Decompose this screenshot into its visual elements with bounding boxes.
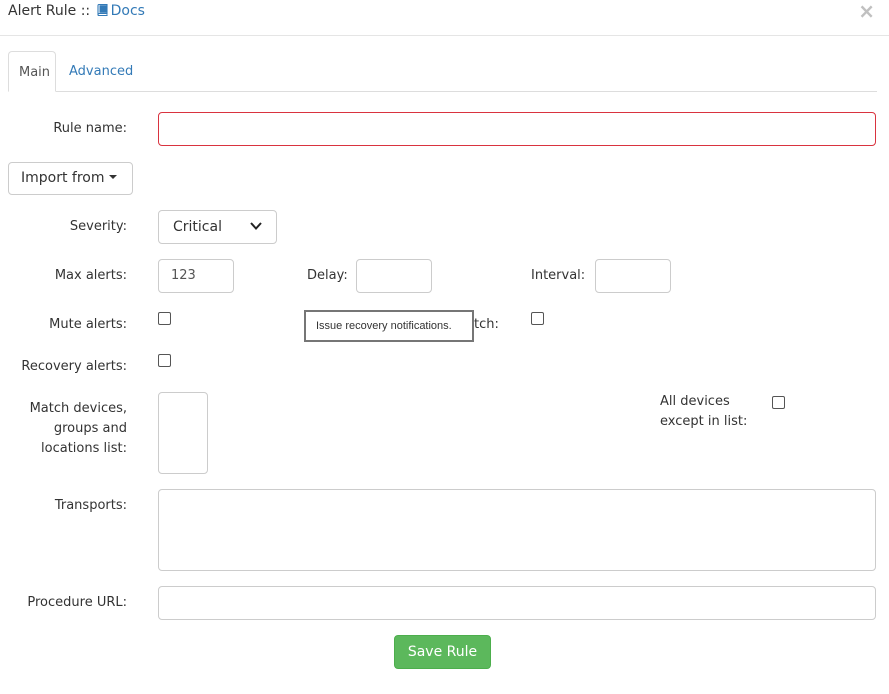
match-devices-label-line1: Match devices, (29, 401, 127, 416)
mute-alerts-checkbox[interactable] (158, 312, 171, 325)
invert-match-label: tch: (474, 317, 499, 332)
transports-select[interactable] (158, 489, 876, 571)
procedure-url-input[interactable] (158, 586, 876, 620)
modal-header: Alert Rule :: Docs × (0, 0, 889, 36)
rule-name-input[interactable] (158, 112, 876, 146)
all-devices-except-checkbox[interactable] (772, 396, 785, 409)
delay-input[interactable] (356, 259, 432, 293)
import-from-label: Import from (21, 170, 105, 186)
mute-alerts-label: Mute alerts: (49, 317, 127, 332)
tab-bar: Main Advanced (8, 51, 877, 92)
close-button[interactable]: × (858, 0, 875, 22)
match-devices-label: Match devices, groups and locations list… (30, 399, 127, 459)
rule-name-label: Rule name: (53, 121, 127, 136)
book-icon (97, 4, 108, 16)
max-alerts-input[interactable]: 123 (158, 259, 234, 293)
save-rule-button[interactable]: Save Rule (394, 635, 491, 669)
chevron-down-icon (250, 222, 262, 230)
procedure-url-label: Procedure URL: (27, 595, 127, 610)
tab-advanced[interactable]: Advanced (59, 51, 143, 92)
transports-label: Transports: (54, 498, 127, 513)
docs-link[interactable]: Docs (95, 3, 145, 19)
all-devices-except-line2: except in list: (660, 414, 748, 429)
severity-value: Critical (173, 219, 222, 235)
match-devices-select[interactable] (158, 392, 208, 474)
delay-label: Delay: (307, 268, 348, 283)
match-devices-label-line2: groups and (53, 421, 127, 436)
docs-label: Docs (110, 3, 145, 19)
recovery-alerts-checkbox[interactable] (158, 354, 171, 367)
interval-label: Interval: (531, 268, 586, 283)
severity-label: Severity: (69, 219, 127, 234)
modal-title-text: Alert Rule (8, 3, 77, 19)
max-alerts-label: Max alerts: (54, 268, 127, 283)
match-devices-label-line3: locations list: (41, 441, 127, 456)
modal-title: Alert Rule :: Docs (8, 3, 145, 19)
tab-main[interactable]: Main (8, 51, 56, 92)
all-devices-except-label: All devices except in list: (660, 392, 747, 432)
all-devices-except-line1: All devices (660, 394, 730, 409)
interval-input[interactable] (595, 259, 671, 293)
title-separator: :: (80, 3, 91, 19)
severity-select[interactable]: Critical (158, 210, 277, 244)
recovery-tooltip: Issue recovery notifications. (304, 310, 474, 342)
import-from-button[interactable]: Import from (8, 162, 133, 195)
invert-match-checkbox[interactable] (531, 312, 544, 325)
caret-down-icon (108, 175, 117, 179)
recovery-alerts-label: Recovery alerts: (21, 359, 127, 374)
